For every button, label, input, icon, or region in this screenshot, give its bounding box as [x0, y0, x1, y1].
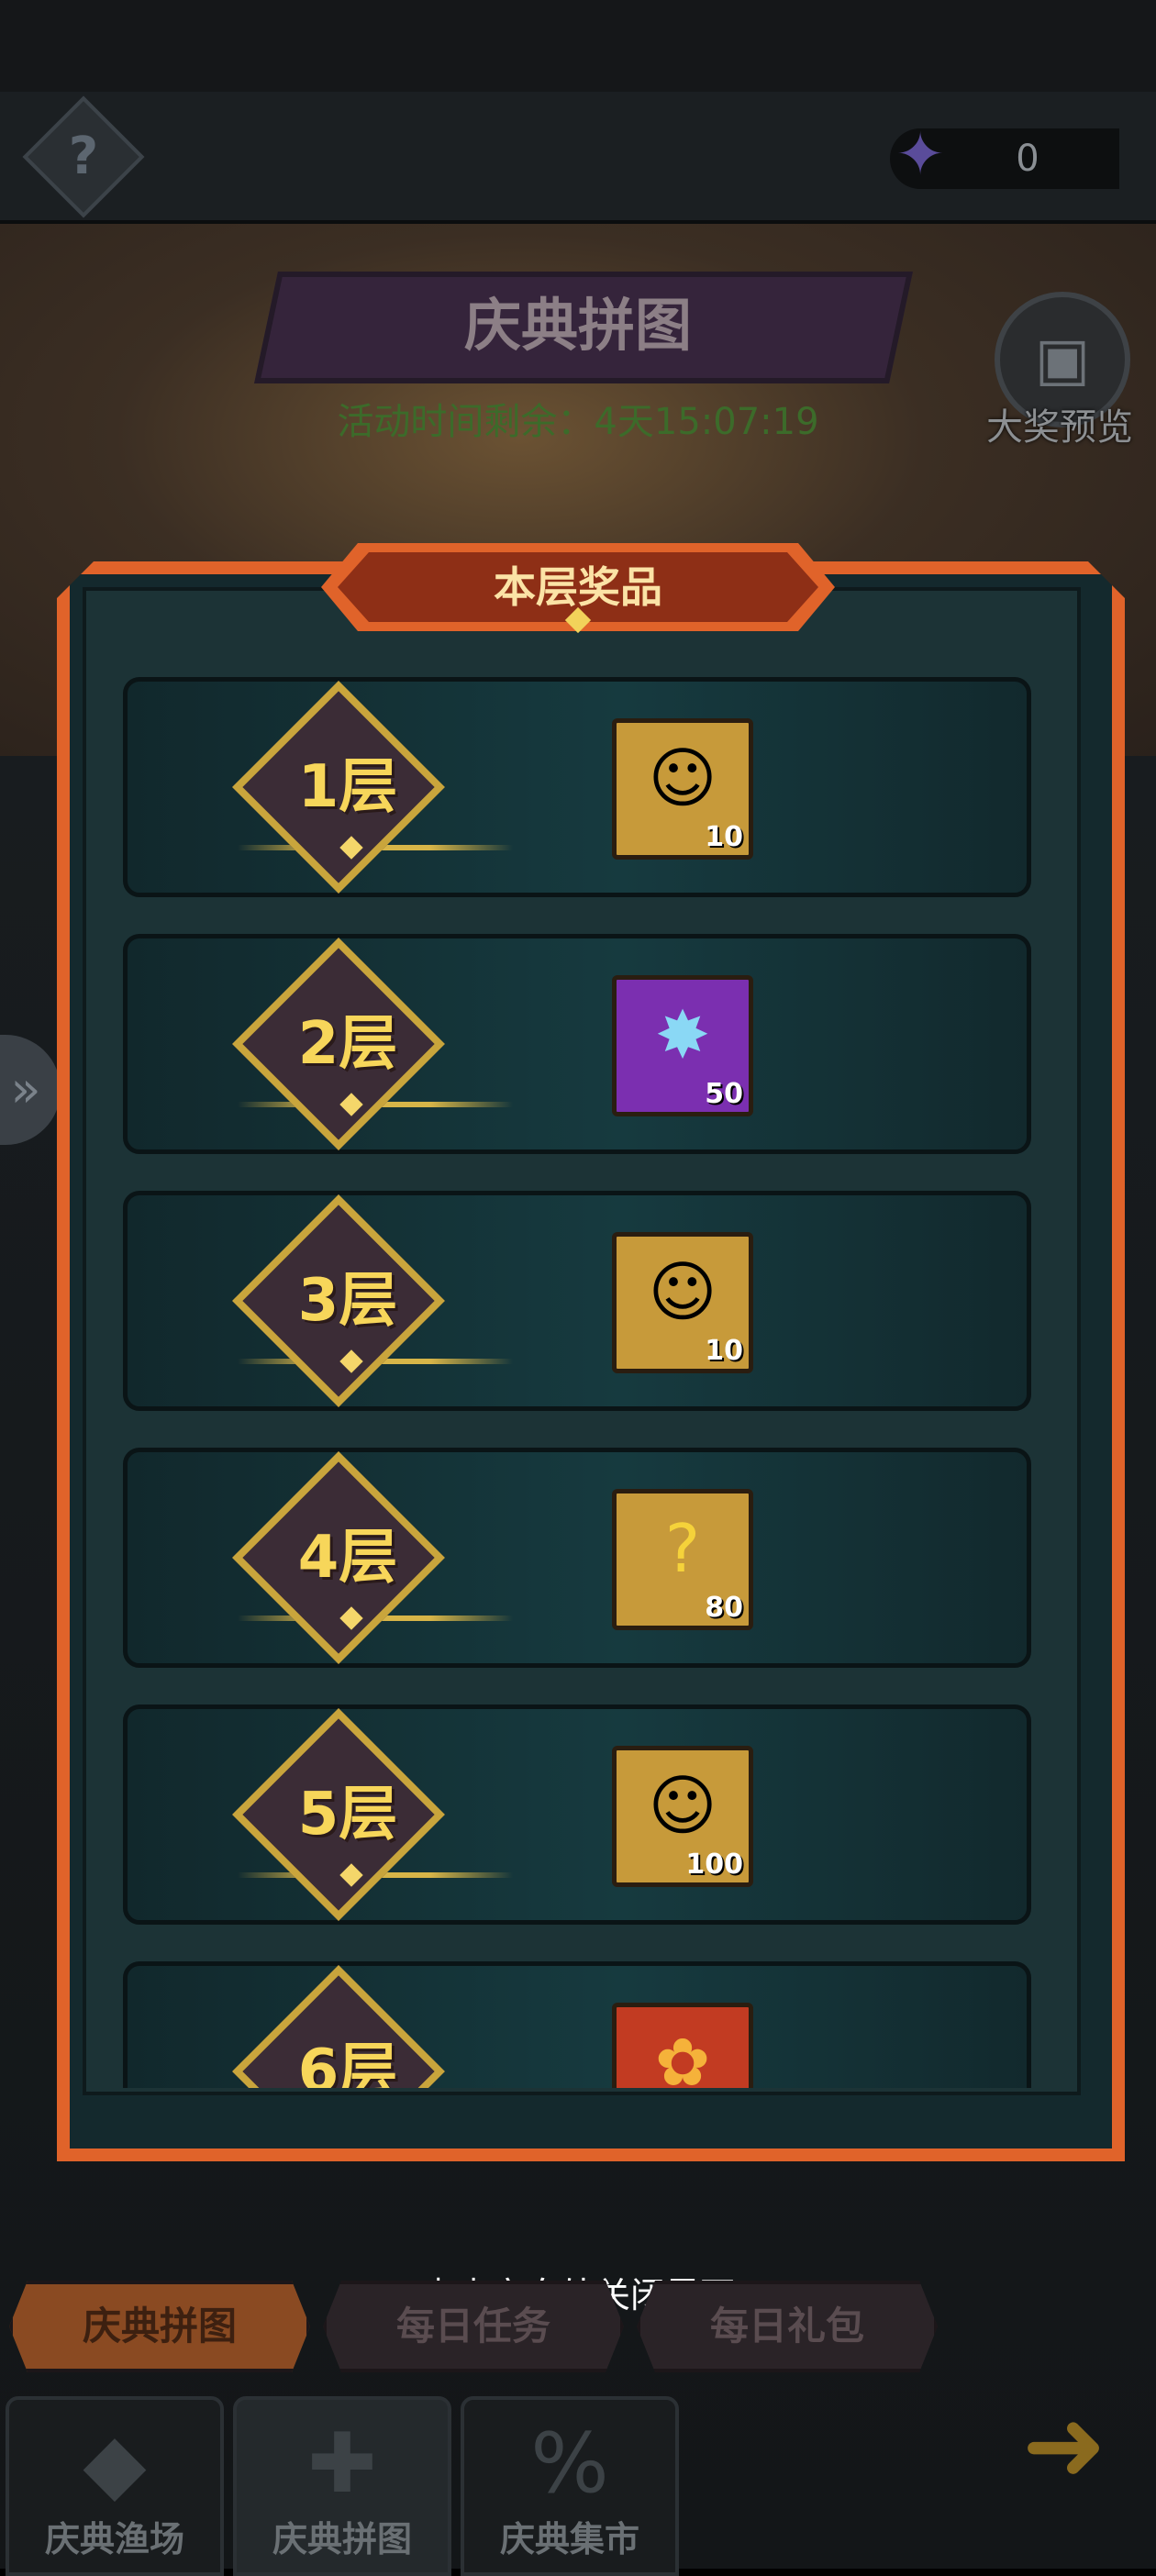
reward-quantity: 10: [705, 821, 743, 853]
puzzle-piece-icon: ✦: [895, 121, 945, 189]
reward-row: 2层 ✸ 50: [123, 934, 1031, 1154]
subtab-daily-tasks[interactable]: 每日任务: [323, 2281, 624, 2372]
reward-item[interactable]: ☺ 10: [612, 718, 753, 860]
reward-item[interactable]: ? 80: [612, 1489, 753, 1630]
level-label: 5层: [297, 1781, 398, 1849]
level-label: 1层: [297, 753, 398, 821]
character-shard-icon: ☺: [648, 739, 717, 816]
next-arrow-button[interactable]: ➜: [982, 2394, 1147, 2495]
fish-icon: ◆: [83, 2415, 147, 2512]
reward-row: 1层 ☺ 10: [123, 677, 1031, 897]
nav-label: 庆典渔场: [44, 2519, 184, 2559]
blue-crystal-icon: ✸: [654, 996, 711, 1073]
reward-item[interactable]: ✸ 50: [612, 975, 753, 1116]
mystery-orb-icon: ?: [664, 1510, 701, 1587]
subtab-daily-gift[interactable]: 每日礼包: [637, 2281, 938, 2372]
nav-label: 庆典拼图: [272, 2519, 412, 2559]
nav-celebration-fishery[interactable]: ◆ 庆典渔场: [6, 2396, 224, 2576]
nav-celebration-puzzle[interactable]: ✚ 庆典拼图: [233, 2396, 451, 2576]
subtab-label: 每日礼包: [709, 2304, 864, 2348]
reward-item[interactable]: ✿: [612, 2003, 753, 2088]
subtab-label: 庆典拼图: [82, 2304, 237, 2348]
event-timer: 活动时间剩余：4天15:07:19: [337, 401, 819, 443]
reward-row: 6层 ✿: [123, 1961, 1031, 2088]
reward-row: 5层 ☺ 100: [123, 1704, 1031, 1925]
reward-item[interactable]: ☺ 10: [612, 1232, 753, 1373]
discount-bag-icon: %: [530, 2415, 609, 2512]
question-icon: ?: [68, 127, 99, 186]
level-label: 3层: [297, 1267, 398, 1335]
reward-quantity: 80: [705, 1592, 743, 1624]
level-label: 4层: [297, 1524, 398, 1592]
level-label: 6层: [297, 2037, 398, 2088]
subtab-label: 每日任务: [395, 2304, 550, 2348]
reward-list[interactable]: 1层 ☺ 10 2层 ✸ 50 3层 ☺ 10 4层 ? 80 5层 ☺ 100…: [119, 675, 1037, 2088]
character-shard-icon: ☺: [648, 1767, 717, 1844]
reward-quantity: 100: [685, 1849, 743, 1881]
nav-label: 庆典集市: [499, 2519, 639, 2559]
red-pouch-icon: ✿: [654, 2024, 711, 2088]
double-chevron-right-icon: »: [10, 1060, 41, 1118]
reward-quantity: 50: [705, 1078, 743, 1110]
level-label: 2层: [297, 1010, 398, 1078]
side-expand-button[interactable]: »: [0, 1035, 61, 1145]
page-title: 庆典拼图: [463, 292, 692, 359]
reward-row: 4层 ? 80: [123, 1448, 1031, 1668]
puzzle-icon: ✚: [307, 2415, 377, 2512]
reward-quantity: 10: [705, 1335, 743, 1367]
nav-celebration-market[interactable]: % 庆典集市: [461, 2396, 679, 2576]
reward-item[interactable]: ☺ 100: [612, 1746, 753, 1887]
grand-prize-label: 大奖预览: [986, 406, 1133, 449]
subtab-celebration-puzzle[interactable]: 庆典拼图: [9, 2281, 310, 2372]
reward-row: 3层 ☺ 10: [123, 1191, 1031, 1411]
puzzle-count: 0: [1016, 138, 1039, 180]
character-shard-icon: ☺: [648, 1253, 717, 1330]
